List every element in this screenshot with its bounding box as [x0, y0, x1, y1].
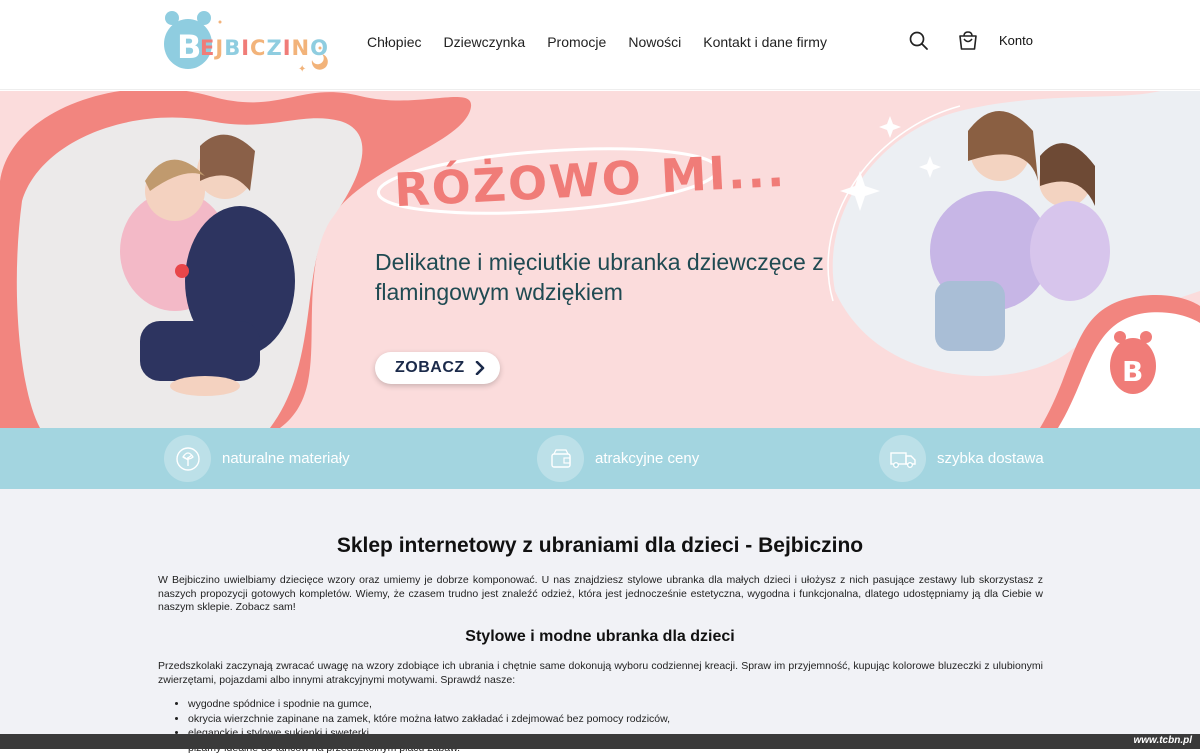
- watermark: www.tcbn.pl: [1133, 735, 1192, 746]
- chevron-right-icon: [474, 361, 486, 375]
- feature-label: atrakcyjne ceny: [595, 450, 699, 467]
- svg-text:✦: ✦: [298, 64, 306, 74]
- main-nav: Chłopiec Dziewczynka Promocje Nowości Ko…: [367, 34, 827, 50]
- feature-label: naturalne materiały: [222, 450, 350, 467]
- cart-icon[interactable]: [957, 30, 979, 52]
- feature-fast-delivery: szybka dostawa: [879, 435, 1044, 482]
- list-item: okrycia wierzchnie zapinane na zamek, kt…: [188, 712, 670, 727]
- hero-subtitle: Delikatne i mięciutkie ubranka dziewczęc…: [375, 247, 835, 307]
- svg-text:B: B: [1122, 355, 1143, 388]
- zobacz-button[interactable]: ZOBACZ: [375, 352, 500, 384]
- section-paragraph: Przedszkolaki zaczynają zwracać uwagę na…: [158, 660, 1043, 687]
- nav-item-nowosci[interactable]: Nowości: [628, 34, 681, 50]
- hero-banner: B RÓŻOWO MI... Delikatne i mięciutkie ub…: [0, 91, 1200, 428]
- nav-item-kontakt[interactable]: Kontakt i dane firmy: [703, 34, 827, 50]
- feature-label: szybka dostawa: [937, 450, 1044, 467]
- svg-text:B: B: [177, 28, 201, 66]
- logo[interactable]: B ✦ EJBICZINO: [160, 8, 332, 74]
- nav-item-dziewczynka[interactable]: Dziewczynka: [443, 34, 525, 50]
- feature-natural-materials: naturalne materiały: [164, 435, 350, 482]
- bottom-strip: www.tcbn.pl: [0, 734, 1200, 749]
- leaf-icon: [164, 435, 211, 482]
- site-header: B ✦ EJBICZINO Chłopiec Dziewczynka Promo…: [0, 0, 1200, 90]
- search-icon[interactable]: [908, 30, 930, 52]
- nav-item-chlopiec[interactable]: Chłopiec: [367, 34, 421, 50]
- account-link[interactable]: Konto: [999, 33, 1033, 48]
- intro-paragraph: W Bejbiczino uwielbiamy dziecięce wzory …: [158, 574, 1043, 615]
- feature-attractive-prices: atrakcyjne ceny: [537, 435, 699, 482]
- nav-item-promocje[interactable]: Promocje: [547, 34, 606, 50]
- truck-icon: [879, 435, 926, 482]
- zobacz-button-label: ZOBACZ: [395, 359, 465, 377]
- seo-content: Sklep internetowy z ubraniami dla dzieci…: [0, 489, 1200, 749]
- section-subheading: Stylowe i modne ubranka dla dzieci: [0, 628, 1200, 646]
- wallet-icon: [537, 435, 584, 482]
- features-bar: naturalne materiały atrakcyjne ceny szyb…: [0, 428, 1200, 489]
- list-item: wygodne spódnice i spodnie na gumce,: [188, 697, 670, 712]
- corner-bear-logo: B: [1110, 331, 1156, 394]
- logo-text: EJBICZINO: [200, 36, 329, 60]
- page-heading: Sklep internetowy z ubraniami dla dzieci…: [0, 534, 1200, 558]
